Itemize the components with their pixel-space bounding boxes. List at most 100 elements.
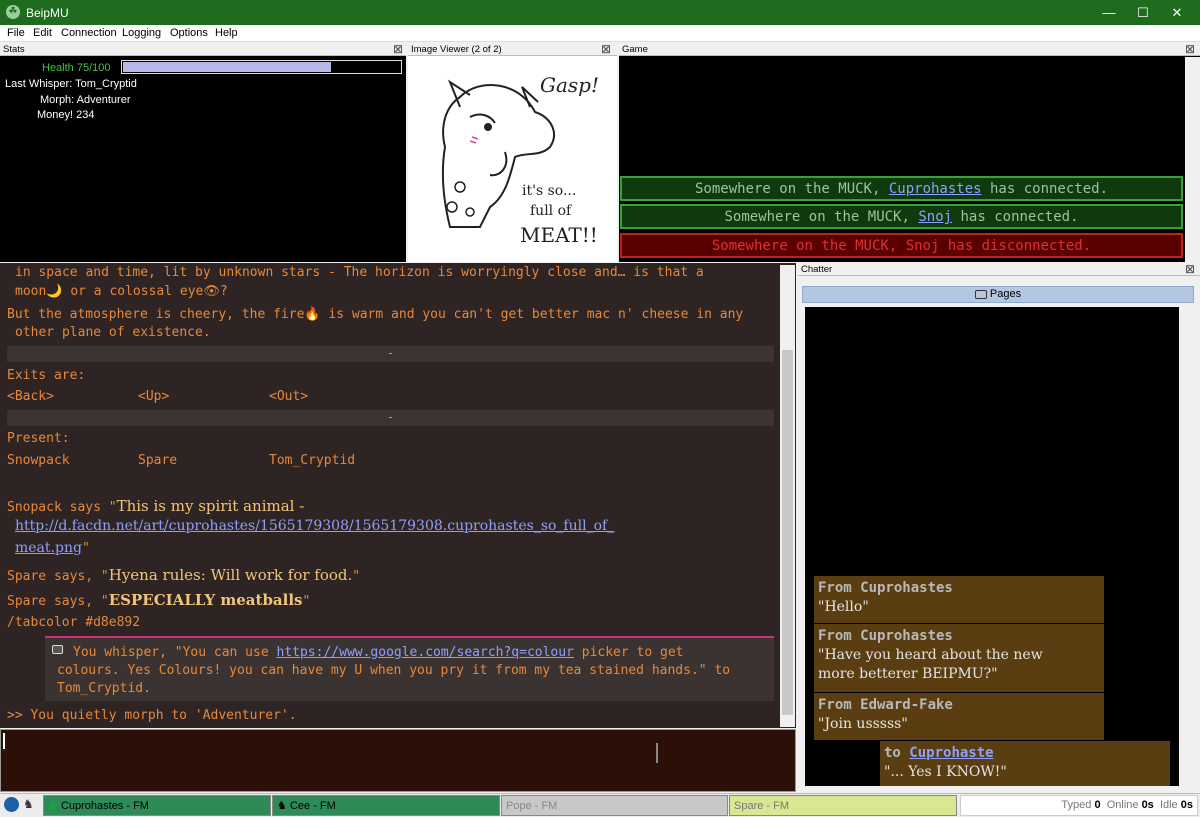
money-stat: Money! 234 [37, 109, 95, 121]
image-viewer-panel: Image Viewer (2 of 2) ⊠ Gasp! it's so...… [408, 43, 617, 262]
chat-bubble-icon [52, 645, 63, 654]
tab-label-3: Pope - FM [506, 800, 558, 812]
present-tom-cryptid: Tom_Cryptid [269, 453, 356, 468]
spare-quote-close-2: " [302, 594, 311, 609]
page-message-1: From Cuprohastes "Hello" [814, 576, 1104, 623]
connection-text-2: Somewhere on the MUCK, [724, 209, 919, 225]
image-text-2: full of [530, 203, 573, 219]
whisper-block: You whisper, "You can use https://www.go… [45, 636, 774, 701]
game-panel: Game ⊠ [619, 43, 1200, 262]
stats-panel: Stats ⊠ [0, 43, 406, 262]
hyena-sketch-image: Gasp! it's so... full of MEAT!! [410, 57, 615, 262]
morph-stat: Morph: Adventurer [40, 94, 131, 106]
whisper-link[interactable]: https://www.google.com/search?q=colour [277, 645, 574, 660]
pages-label: Pages [989, 288, 1022, 300]
snopack-say-text: This is my spirit animal - [116, 497, 305, 515]
online-label: Online [1106, 799, 1139, 811]
snopack-link-1[interactable]: http://d.facdn.net/art/cuprohastes/15651… [15, 518, 614, 534]
spare-say-prefix-1: Spare says, " [7, 569, 109, 584]
separator-1: - [7, 346, 774, 362]
game-close-icon[interactable]: ⊠ [1185, 43, 1195, 55]
exit-up[interactable]: <Up> [138, 389, 169, 404]
session-tab-cee[interactable]: ♞ Cee - FM [272, 795, 500, 816]
chatter-close-icon[interactable]: ⊠ [1185, 263, 1195, 275]
menu-logging[interactable]: Logging [122, 27, 161, 39]
disconnection-notice: Somewhere on the MUCK, Snoj has disconne… [620, 233, 1183, 258]
tabcolor-command: /tabcolor #d8e892 [7, 615, 141, 630]
image-viewer-header: Image Viewer (2 of 2) [408, 43, 617, 56]
spare-say-text-1: Hyena rules: Will work for food. [108, 566, 353, 584]
spare-say-prefix-2: Spare says, " [7, 594, 109, 609]
menu-connection[interactable]: Connection [61, 27, 117, 39]
spare-say-text-2: ESPECIALLY meatballs [108, 591, 303, 609]
image-text-3: MEAT!! [520, 223, 598, 247]
pages-tab[interactable]: Pages [802, 286, 1194, 303]
connection-user-link-2[interactable]: Snoj [918, 209, 952, 225]
connection-post-2: has connected. [952, 209, 1079, 225]
page-message-body-1: "Hello" [818, 599, 869, 615]
close-button[interactable]: ✕ [1154, 0, 1200, 25]
stats-title: Stats [3, 44, 25, 55]
game-scrollbar[interactable] [1185, 57, 1200, 262]
stats-close-icon[interactable]: ⊠ [393, 43, 403, 55]
desc-line-3: But the atmosphere is cheery, the fire🔥 … [7, 307, 744, 322]
menu-bar: File Edit Connection Logging Options Hel… [0, 25, 1200, 42]
idle-label: Idle [1159, 799, 1178, 811]
page-message-body-3: "Join usssss" [818, 716, 908, 732]
globe-icon[interactable] [4, 797, 19, 812]
typed-label: Typed [1061, 799, 1092, 811]
exit-back[interactable]: <Back> [7, 389, 54, 404]
spare-quote-close-1: " [352, 569, 361, 584]
session-tab-spare[interactable]: Spare - FM [729, 795, 957, 816]
present-label: Present: [7, 431, 70, 446]
menu-file[interactable]: File [7, 27, 25, 39]
tab-label-2: Cee - FM [289, 800, 336, 812]
last-whisper: Last Whisper: Tom_Cryptid [5, 78, 137, 90]
main-scroll-thumb[interactable] [782, 350, 793, 715]
page-message-header-1: From Cuprohastes [818, 580, 953, 596]
page-message-body-4: "... Yes I KNOW!" [884, 764, 1007, 780]
snopack-link-line-2: meat.png" [15, 540, 90, 556]
main-scrollbar[interactable] [780, 265, 795, 727]
image-viewer-title: Image Viewer (2 of 2) [411, 44, 502, 55]
menu-help[interactable]: Help [215, 27, 238, 39]
stats-header: Stats [0, 43, 406, 56]
whisper-line-2: colours. Yes Colours! you can have my U … [57, 663, 731, 678]
chatter-title: Chatter [801, 264, 833, 275]
pages-scrollbar[interactable] [1180, 307, 1195, 786]
separator-2: - [7, 410, 774, 426]
idle-value: 0s [1180, 799, 1193, 811]
typed-value: 0 [1094, 799, 1101, 811]
connection-post-1: has connected. [981, 181, 1109, 197]
desc-line-1: in space and time, lit by unknown stars … [15, 265, 704, 280]
snopack-link-line-1: http://d.facdn.net/art/cuprohastes/15651… [15, 518, 614, 534]
command-input[interactable] [0, 729, 796, 792]
disconnection-text: Somewhere on the MUCK, Snoj has disconne… [711, 238, 1092, 254]
snopack-link-2[interactable]: meat.png [15, 540, 82, 556]
menu-edit[interactable]: Edit [33, 27, 52, 39]
menu-options[interactable]: Options [170, 27, 208, 39]
tab-label-1: Cuprohastes - FM [60, 800, 149, 812]
title-bar: ☘ BeipMU — ☐ ✕ [0, 0, 1200, 25]
hyena-icon[interactable]: ♞ [23, 797, 37, 812]
connection-user-link-1[interactable]: Cuprohastes [889, 181, 982, 197]
snopack-say-prefix: Snopack says " [7, 500, 117, 515]
health-label: Health 75/100 [42, 62, 111, 74]
spare-say-line-1: Spare says, "Hyena rules: Will work for … [7, 566, 360, 584]
session-tab-cuprohastes[interactable]: ♞ Cuprohastes - FM [43, 795, 271, 816]
connection-notice-1: Somewhere on the MUCK, Cuprohastes has c… [620, 176, 1183, 201]
mouse-ibeam-cursor [656, 743, 658, 763]
tab-icon: ♞ [48, 800, 58, 812]
session-tab-pope[interactable]: Pope - FM [501, 795, 728, 816]
page-to-user-link[interactable]: Cuprohaste [909, 745, 993, 761]
connection-text-1: Somewhere on the MUCK, [694, 181, 889, 197]
snopack-say-line: Snopack says "This is my spirit animal - [7, 497, 304, 515]
exit-out[interactable]: <Out> [269, 389, 308, 404]
present-snowpack: Snowpack [7, 453, 70, 468]
image-text-1: it's so... [522, 183, 576, 199]
image-viewer-close-icon[interactable]: ⊠ [601, 43, 611, 55]
morph-message: >> You quietly morph to 'Adventurer'. [7, 708, 297, 723]
whisper-post: picker to get [573, 645, 684, 660]
page-message-body-2a: "Have you heard about the new [818, 647, 1043, 663]
chatter-header: Chatter [798, 263, 1200, 276]
